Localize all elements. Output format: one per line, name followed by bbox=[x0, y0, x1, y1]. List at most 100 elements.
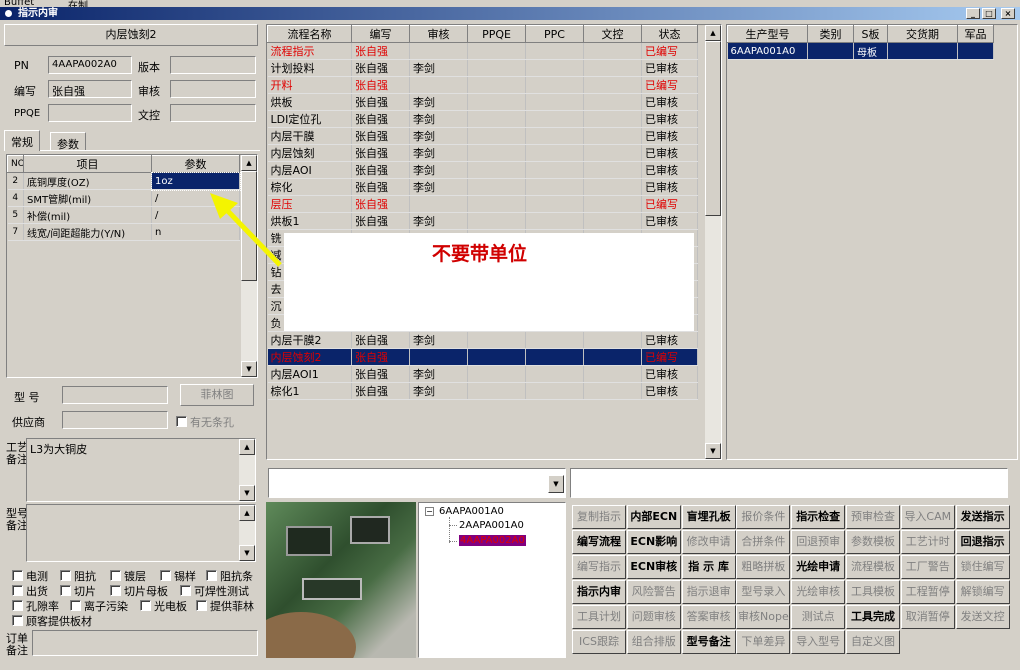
option-checkbox[interactable]: 可焊性测试 bbox=[180, 583, 249, 599]
prod-col-header[interactable]: 军品 bbox=[957, 25, 994, 43]
minimize-button[interactable]: _ bbox=[966, 8, 980, 19]
version-field[interactable] bbox=[170, 56, 256, 74]
feilin-button[interactable]: 菲林图 bbox=[180, 384, 254, 406]
prod-col-header[interactable]: 生产型号 bbox=[727, 25, 808, 43]
action-button[interactable]: 回退预审 bbox=[791, 530, 846, 554]
action-button[interactable]: 报价条件 bbox=[736, 505, 791, 529]
scroll-up-icon[interactable]: ▲ bbox=[705, 25, 721, 41]
tab-params[interactable]: 参数 bbox=[50, 132, 86, 151]
option-checkbox[interactable]: 切片 bbox=[60, 583, 96, 599]
process-note-field[interactable]: L3为大铜皮 ▲ ▼ bbox=[26, 438, 256, 502]
flow-row[interactable]: 内层蚀刻 张自强 李剑 已审核 bbox=[267, 144, 698, 162]
flow-row[interactable]: 烘板 张自强 李剑 已审核 bbox=[267, 93, 698, 111]
action-button[interactable]: 光绘审核 bbox=[791, 580, 846, 604]
action-button[interactable]: 工程暂停 bbox=[900, 580, 955, 604]
scroll-down-icon[interactable]: ▼ bbox=[239, 485, 255, 501]
collapse-icon[interactable]: − bbox=[425, 507, 434, 516]
flow-row[interactable]: 内层干膜 张自强 李剑 已审核 bbox=[267, 127, 698, 145]
action-button[interactable]: 指 示 库 bbox=[681, 555, 736, 579]
flow-combo[interactable]: ▼ bbox=[268, 468, 566, 498]
tab-general[interactable]: 常规 bbox=[4, 130, 40, 151]
flow-row[interactable]: 烘板1 张自强 李剑 已审核 bbox=[267, 212, 698, 230]
action-button[interactable]: 工具模板 bbox=[846, 580, 900, 604]
tree-node-selected[interactable]: 4AAPA002A0 bbox=[459, 535, 526, 546]
action-button[interactable]: 编写流程 bbox=[572, 530, 626, 554]
scroll-up-icon[interactable]: ▲ bbox=[239, 439, 255, 455]
action-button[interactable]: 取消暂停 bbox=[900, 605, 955, 629]
option-checkbox[interactable]: 锡样 bbox=[160, 568, 196, 584]
action-button[interactable]: ICS跟踪 bbox=[572, 630, 626, 654]
option-checkbox[interactable]: 镀层 bbox=[110, 568, 146, 584]
scroll-down-icon[interactable]: ▼ bbox=[241, 361, 257, 377]
review-field[interactable] bbox=[170, 80, 256, 98]
action-button[interactable]: 型号备注 bbox=[681, 630, 736, 654]
close-button[interactable]: × bbox=[1001, 8, 1015, 19]
model-note-scrollbar[interactable]: ▲ ▼ bbox=[239, 505, 255, 561]
prod-row[interactable]: 6AAPA001A0 母板 bbox=[727, 42, 994, 60]
action-button[interactable]: 型号录入 bbox=[736, 580, 791, 604]
action-button[interactable]: 工艺计时 bbox=[900, 530, 955, 554]
action-button[interactable]: 编写指示 bbox=[572, 555, 626, 579]
model-note-field[interactable]: ▲ ▼ bbox=[26, 504, 256, 562]
action-button[interactable]: 指示退审 bbox=[681, 580, 736, 604]
action-button[interactable]: 测试点 bbox=[791, 605, 846, 629]
option-checkbox[interactable]: 阻抗条 bbox=[206, 568, 253, 584]
flow-row[interactable]: LDI定位孔 张自强 李剑 已审核 bbox=[267, 110, 698, 128]
ppqe-field[interactable] bbox=[48, 104, 132, 122]
prod-col-header[interactable]: 交货期 bbox=[887, 25, 958, 43]
flow-row[interactable]: 开料 张自强 已编写 bbox=[267, 76, 698, 94]
option-checkbox[interactable]: 离子污染 bbox=[70, 598, 128, 614]
action-button[interactable]: 锁住编写 bbox=[955, 555, 1010, 579]
action-button[interactable]: 参数模板 bbox=[846, 530, 900, 554]
action-button[interactable]: 光绘申请 bbox=[791, 555, 846, 579]
tree-node[interactable]: 2AAPA001A0 bbox=[459, 520, 524, 531]
action-button[interactable]: 指示内审 bbox=[572, 580, 626, 604]
flow-col-header[interactable]: PPC bbox=[525, 25, 584, 43]
action-button[interactable]: 内部ECN bbox=[626, 505, 681, 529]
scroll-up-icon[interactable]: ▲ bbox=[241, 155, 257, 171]
flow-row[interactable]: 内层AOI1 张自强 李剑 已审核 bbox=[267, 365, 698, 383]
col-item[interactable]: 项目 bbox=[23, 155, 152, 173]
flow-row[interactable]: 流程指示 张自强 已编写 bbox=[267, 42, 698, 60]
scroll-down-icon[interactable]: ▼ bbox=[239, 545, 255, 561]
option-checkbox[interactable]: 切片母板 bbox=[110, 583, 168, 599]
action-button[interactable]: 预审检查 bbox=[846, 505, 900, 529]
pn-field[interactable]: 4AAPA002A0 bbox=[48, 56, 132, 74]
supplier-field[interactable] bbox=[62, 411, 168, 429]
flow-row[interactable]: 内层AOI 张自强 李剑 已审核 bbox=[267, 161, 698, 179]
action-button[interactable]: 自定义图 bbox=[846, 630, 900, 654]
option-checkbox[interactable]: 电测 bbox=[12, 568, 48, 584]
action-button[interactable]: 风险警告 bbox=[626, 580, 681, 604]
flow-row[interactable]: 内层干膜2 张自强 李剑 已审核 bbox=[267, 331, 698, 349]
action-button[interactable]: 工具计划 bbox=[572, 605, 626, 629]
action-button[interactable]: 复制指示 bbox=[572, 505, 626, 529]
flow-col-header[interactable]: 审核 bbox=[409, 25, 468, 43]
prod-col-header[interactable]: 类别 bbox=[807, 25, 854, 43]
flow-col-header[interactable]: PPQE bbox=[467, 25, 526, 43]
flow-col-header[interactable]: 编写 bbox=[351, 25, 410, 43]
action-button[interactable]: 问题审核 bbox=[626, 605, 681, 629]
model-field[interactable] bbox=[62, 386, 168, 404]
action-button[interactable]: 下单差异 bbox=[736, 630, 791, 654]
order-note-field[interactable] bbox=[32, 630, 258, 656]
flow-row[interactable]: 层压 张自强 已编写 bbox=[267, 195, 698, 213]
action-button[interactable]: 指示检查 bbox=[791, 505, 846, 529]
action-button[interactable]: 组合排版 bbox=[626, 630, 681, 654]
scroll-thumb[interactable] bbox=[705, 41, 721, 216]
option-checkbox[interactable]: 阻抗 bbox=[60, 568, 96, 584]
action-button[interactable]: 发送文控 bbox=[955, 605, 1010, 629]
action-button[interactable]: 发送指示 bbox=[955, 505, 1010, 529]
flow-row[interactable]: 计划投料 张自强 李剑 已审核 bbox=[267, 59, 698, 77]
maximize-button[interactable]: □ bbox=[982, 8, 996, 19]
action-button[interactable]: 审核Nope bbox=[736, 605, 791, 629]
option-checkbox[interactable]: 出货 bbox=[12, 583, 48, 599]
action-button[interactable]: 解锁编写 bbox=[955, 580, 1010, 604]
col-no[interactable]: NO bbox=[7, 155, 24, 173]
scroll-down-icon[interactable]: ▼ bbox=[705, 443, 721, 459]
action-button[interactable]: 答案审核 bbox=[681, 605, 736, 629]
chevron-down-icon[interactable]: ▼ bbox=[548, 475, 564, 493]
action-button[interactable]: 导入型号 bbox=[791, 630, 846, 654]
action-button[interactable]: 流程模板 bbox=[846, 555, 900, 579]
action-button[interactable]: ECN影响 bbox=[626, 530, 681, 554]
option-checkbox[interactable]: 光电板 bbox=[140, 598, 187, 614]
